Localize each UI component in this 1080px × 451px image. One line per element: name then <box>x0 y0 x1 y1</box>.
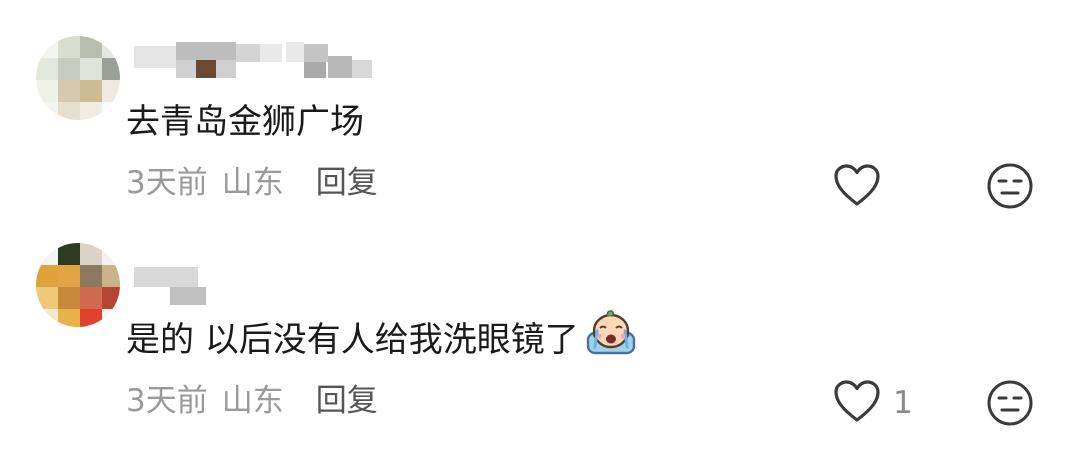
reply-button[interactable]: 回复 <box>316 165 378 201</box>
comment-text: 是的 以后没有人给我洗眼镜了 <box>126 310 637 366</box>
like-button[interactable] <box>833 380 881 424</box>
comment-time: 3天前 <box>126 165 208 201</box>
dislike-button[interactable] <box>986 379 1034 427</box>
comment-text: 去青岛金狮广场 <box>126 102 364 142</box>
comment-item: 去青岛金狮广场 3天前 山东 回复 <box>0 0 1080 225</box>
comment-meta: 3天前 山东 回复 <box>126 381 378 421</box>
comment-location: 山东 <box>221 383 284 419</box>
comment-location: 山东 <box>221 165 284 201</box>
avatar[interactable] <box>36 243 120 327</box>
heart-outline-icon <box>834 164 880 206</box>
comment-text-body: 是的 以后没有人给我洗眼镜了 <box>126 320 579 360</box>
heart-outline-icon <box>834 380 880 422</box>
meh-face-icon <box>987 380 1033 426</box>
username-redacted[interactable] <box>126 36 386 80</box>
meh-face-icon <box>987 163 1033 209</box>
avatar[interactable] <box>36 36 120 120</box>
comment-meta: 3天前 山东 回复 <box>126 163 378 203</box>
comment-item: 是的 以后没有人给我洗眼镜了 3天前 山东 回复 1 <box>0 225 1080 451</box>
username-redacted[interactable] <box>126 263 216 307</box>
crying-face-emoji <box>585 309 637 366</box>
dislike-button[interactable] <box>986 162 1034 210</box>
like-count: 1 <box>893 385 913 421</box>
like-button[interactable] <box>833 164 881 208</box>
comment-time: 3天前 <box>126 383 208 419</box>
reply-button[interactable]: 回复 <box>316 383 378 419</box>
